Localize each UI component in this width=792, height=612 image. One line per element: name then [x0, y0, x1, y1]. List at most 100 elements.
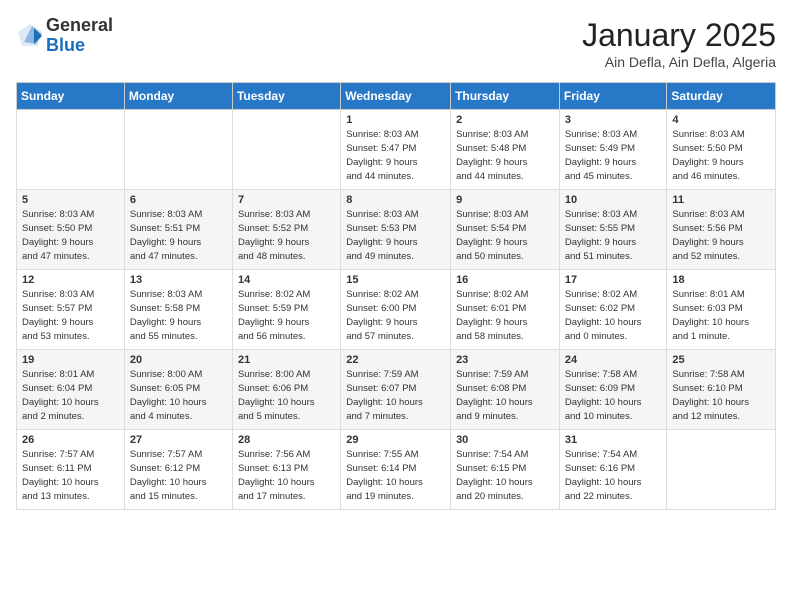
title-block: January 2025 Ain Defla, Ain Defla, Alger…	[582, 16, 776, 70]
calendar-cell: 14 Sunrise: 8:02 AM Sunset: 5:59 PM Dayli…	[232, 270, 340, 350]
day-number: 20	[130, 354, 227, 366]
calendar-cell: 19 Sunrise: 8:01 AM Sunset: 6:04 PM Dayli…	[17, 350, 125, 430]
day-number: 29	[346, 434, 445, 446]
day-number: 1	[346, 114, 445, 126]
day-info: Sunrise: 8:02 AM Sunset: 5:59 PM Dayligh…	[238, 288, 335, 343]
day-number: 14	[238, 274, 335, 286]
calendar-header-monday: Monday	[124, 83, 232, 110]
month-title: January 2025	[582, 16, 776, 54]
logo-blue: Blue	[46, 35, 85, 55]
calendar-week-row: 19 Sunrise: 8:01 AM Sunset: 6:04 PM Dayli…	[17, 350, 776, 430]
day-number: 26	[22, 434, 119, 446]
calendar-cell: 12 Sunrise: 8:03 AM Sunset: 5:57 PM Dayli…	[17, 270, 125, 350]
calendar-header-sunday: Sunday	[17, 83, 125, 110]
day-number: 7	[238, 194, 335, 206]
calendar-cell	[17, 110, 125, 190]
logo-icon	[16, 22, 44, 50]
calendar-cell: 18Sunrise: 8:01 AM Sunset: 6:03 PM Dayli…	[667, 270, 776, 350]
day-number: 12	[22, 274, 119, 286]
day-info: Sunrise: 8:03 AM Sunset: 5:47 PM Dayligh…	[346, 128, 445, 183]
calendar-cell: 16 Sunrise: 8:02 AM Sunset: 6:01 PM Dayli…	[451, 270, 560, 350]
day-info: Sunrise: 8:00 AM Sunset: 6:06 PM Dayligh…	[238, 368, 335, 423]
location-title: Ain Defla, Ain Defla, Algeria	[582, 54, 776, 70]
day-number: 5	[22, 194, 119, 206]
day-info: Sunrise: 7:57 AM Sunset: 6:12 PM Dayligh…	[130, 448, 227, 503]
day-number: 22	[346, 354, 445, 366]
calendar-cell: 26 Sunrise: 7:57 AM Sunset: 6:11 PM Dayli…	[17, 430, 125, 510]
day-info: Sunrise: 8:02 AM Sunset: 6:00 PM Dayligh…	[346, 288, 445, 343]
day-number: 30	[456, 434, 554, 446]
day-info: Sunrise: 8:03 AM Sunset: 5:50 PM Dayligh…	[672, 128, 770, 183]
day-number: 21	[238, 354, 335, 366]
calendar-header-wednesday: Wednesday	[341, 83, 451, 110]
day-info: Sunrise: 8:03 AM Sunset: 5:55 PM Dayligh…	[565, 208, 662, 263]
calendar-cell: 6Sunrise: 8:03 AM Sunset: 5:51 PM Daylig…	[124, 190, 232, 270]
day-number: 25	[672, 354, 770, 366]
calendar-cell: 27 Sunrise: 7:57 AM Sunset: 6:12 PM Dayli…	[124, 430, 232, 510]
day-number: 13	[130, 274, 227, 286]
day-number: 28	[238, 434, 335, 446]
day-number: 24	[565, 354, 662, 366]
calendar-cell: 4 Sunrise: 8:03 AM Sunset: 5:50 PM Daylig…	[667, 110, 776, 190]
logo: General Blue	[16, 16, 113, 56]
day-info: Sunrise: 8:03 AM Sunset: 5:51 PM Dayligh…	[130, 208, 227, 263]
day-number: 17	[565, 274, 662, 286]
day-info: Sunrise: 7:56 AM Sunset: 6:13 PM Dayligh…	[238, 448, 335, 503]
day-info: Sunrise: 7:55 AM Sunset: 6:14 PM Dayligh…	[346, 448, 445, 503]
day-info: Sunrise: 8:00 AM Sunset: 6:05 PM Dayligh…	[130, 368, 227, 423]
day-info: Sunrise: 7:58 AM Sunset: 6:10 PM Dayligh…	[672, 368, 770, 423]
day-number: 16	[456, 274, 554, 286]
calendar-cell: 25 Sunrise: 7:58 AM Sunset: 6:10 PM Dayli…	[667, 350, 776, 430]
day-number: 8	[346, 194, 445, 206]
day-info: Sunrise: 8:02 AM Sunset: 6:01 PM Dayligh…	[456, 288, 554, 343]
day-number: 9	[456, 194, 554, 206]
calendar-cell: 15 Sunrise: 8:02 AM Sunset: 6:00 PM Dayli…	[341, 270, 451, 350]
calendar-cell: 28 Sunrise: 7:56 AM Sunset: 6:13 PM Dayli…	[232, 430, 340, 510]
calendar-week-row: 1 Sunrise: 8:03 AM Sunset: 5:47 PM Daylig…	[17, 110, 776, 190]
day-info: Sunrise: 8:02 AM Sunset: 6:02 PM Dayligh…	[565, 288, 662, 343]
calendar-cell: 5Sunrise: 8:03 AM Sunset: 5:50 PM Daylig…	[17, 190, 125, 270]
day-info: Sunrise: 7:57 AM Sunset: 6:11 PM Dayligh…	[22, 448, 119, 503]
day-number: 10	[565, 194, 662, 206]
calendar-cell: 8Sunrise: 8:03 AM Sunset: 5:53 PM Daylig…	[341, 190, 451, 270]
day-info: Sunrise: 8:01 AM Sunset: 6:03 PM Dayligh…	[672, 288, 770, 343]
calendar-week-row: 26 Sunrise: 7:57 AM Sunset: 6:11 PM Dayli…	[17, 430, 776, 510]
calendar-cell: 20 Sunrise: 8:00 AM Sunset: 6:05 PM Dayli…	[124, 350, 232, 430]
day-number: 27	[130, 434, 227, 446]
day-info: Sunrise: 8:03 AM Sunset: 5:58 PM Dayligh…	[130, 288, 227, 343]
logo-text: General Blue	[46, 16, 113, 56]
calendar-header-thursday: Thursday	[451, 83, 560, 110]
day-number: 31	[565, 434, 662, 446]
calendar-cell: 7 Sunrise: 8:03 AM Sunset: 5:52 PM Daylig…	[232, 190, 340, 270]
day-info: Sunrise: 7:58 AM Sunset: 6:09 PM Dayligh…	[565, 368, 662, 423]
day-info: Sunrise: 8:03 AM Sunset: 5:52 PM Dayligh…	[238, 208, 335, 263]
day-number: 19	[22, 354, 119, 366]
day-number: 15	[346, 274, 445, 286]
day-number: 23	[456, 354, 554, 366]
calendar-header-friday: Friday	[559, 83, 667, 110]
day-number: 4	[672, 114, 770, 126]
calendar-week-row: 12 Sunrise: 8:03 AM Sunset: 5:57 PM Dayli…	[17, 270, 776, 350]
calendar-cell	[232, 110, 340, 190]
calendar-cell: 23Sunrise: 7:59 AM Sunset: 6:08 PM Dayli…	[451, 350, 560, 430]
calendar-cell: 9Sunrise: 8:03 AM Sunset: 5:54 PM Daylig…	[451, 190, 560, 270]
calendar-cell: 11 Sunrise: 8:03 AM Sunset: 5:56 PM Dayli…	[667, 190, 776, 270]
calendar-cell: 10 Sunrise: 8:03 AM Sunset: 5:55 PM Dayli…	[559, 190, 667, 270]
calendar-header-saturday: Saturday	[667, 83, 776, 110]
calendar-cell: 24 Sunrise: 7:58 AM Sunset: 6:09 PM Dayli…	[559, 350, 667, 430]
calendar-cell: 21 Sunrise: 8:00 AM Sunset: 6:06 PM Dayli…	[232, 350, 340, 430]
calendar-cell	[124, 110, 232, 190]
calendar-cell: 29 Sunrise: 7:55 AM Sunset: 6:14 PM Dayli…	[341, 430, 451, 510]
day-info: Sunrise: 8:01 AM Sunset: 6:04 PM Dayligh…	[22, 368, 119, 423]
day-info: Sunrise: 8:03 AM Sunset: 5:56 PM Dayligh…	[672, 208, 770, 263]
calendar-cell: 3Sunrise: 8:03 AM Sunset: 5:49 PM Daylig…	[559, 110, 667, 190]
calendar-cell: 2Sunrise: 8:03 AM Sunset: 5:48 PM Daylig…	[451, 110, 560, 190]
calendar-cell: 22Sunrise: 7:59 AM Sunset: 6:07 PM Dayli…	[341, 350, 451, 430]
day-info: Sunrise: 8:03 AM Sunset: 5:48 PM Dayligh…	[456, 128, 554, 183]
day-number: 11	[672, 194, 770, 206]
calendar-week-row: 5Sunrise: 8:03 AM Sunset: 5:50 PM Daylig…	[17, 190, 776, 270]
day-info: Sunrise: 7:54 AM Sunset: 6:15 PM Dayligh…	[456, 448, 554, 503]
calendar-table: SundayMondayTuesdayWednesdayThursdayFrid…	[16, 82, 776, 510]
day-info: Sunrise: 8:03 AM Sunset: 5:57 PM Dayligh…	[22, 288, 119, 343]
calendar-cell: 1 Sunrise: 8:03 AM Sunset: 5:47 PM Daylig…	[341, 110, 451, 190]
